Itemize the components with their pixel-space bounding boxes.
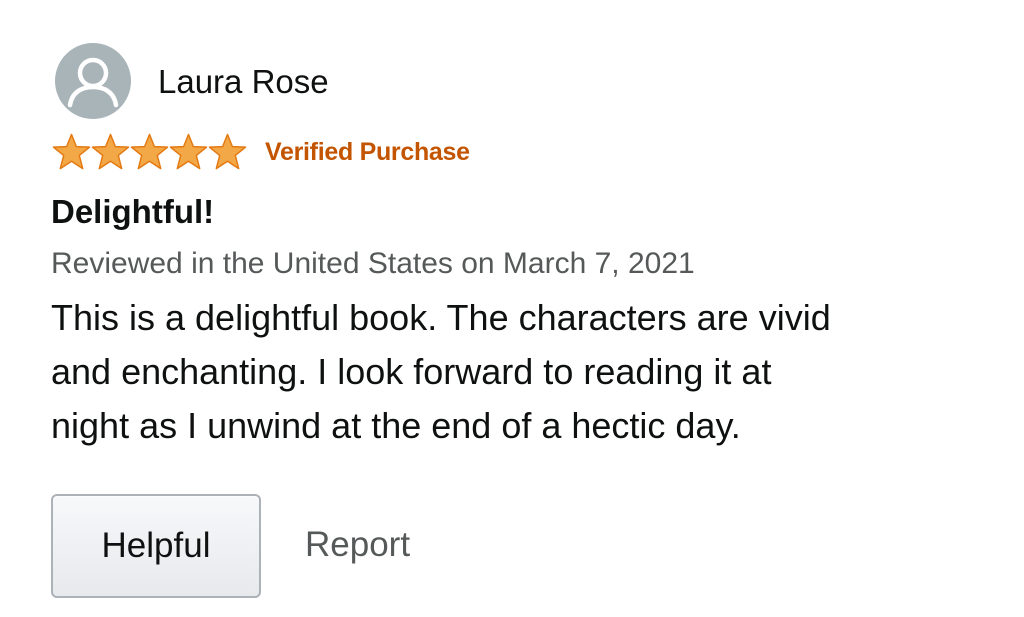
star-filled-icon: [208, 133, 247, 170]
review-date: Reviewed in the United States on March 7…: [51, 247, 695, 280]
review-body-line: night as I unwind at the end of a hectic…: [51, 405, 741, 446]
customer-review: Laura Rose Verified Purchase Delightful!…: [0, 0, 1024, 617]
star-rating[interactable]: [52, 133, 247, 171]
reviewer-avatar[interactable]: [55, 43, 131, 119]
star-filled-icon: [169, 133, 208, 170]
review-title: Delightful!: [51, 193, 215, 230]
report-link[interactable]: Report: [305, 524, 410, 566]
helpful-button[interactable]: Helpful: [51, 494, 261, 598]
star-filled-icon: [130, 133, 169, 170]
review-body-line: This is a delightful book. The character…: [51, 297, 831, 338]
star-filled-icon: [52, 133, 91, 170]
verified-purchase-badge: Verified Purchase: [265, 138, 470, 166]
star-filled-icon: [91, 133, 130, 170]
user-silhouette-icon: [67, 57, 119, 108]
review-body: This is a delightful book. The character…: [51, 291, 981, 453]
review-body-line: and enchanting. I look forward to readin…: [51, 351, 772, 392]
reviewer-name[interactable]: Laura Rose: [158, 62, 329, 102]
